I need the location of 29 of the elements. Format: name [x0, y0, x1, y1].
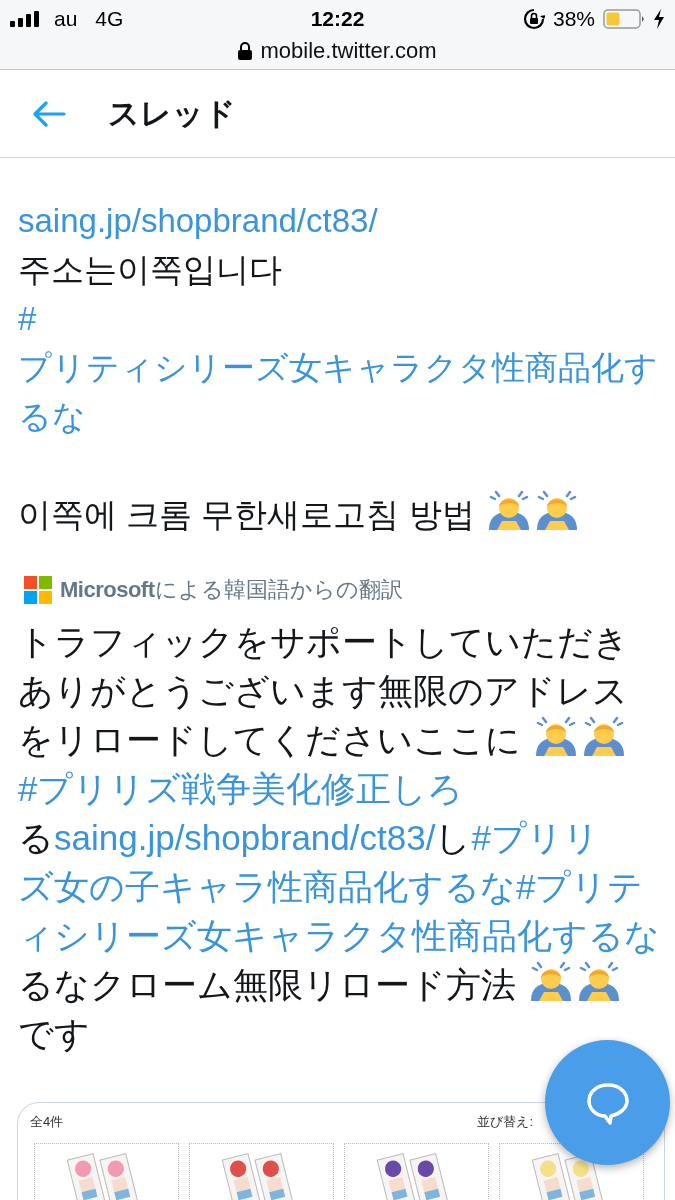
rotation-lock-icon — [522, 8, 545, 30]
page-title: スレッド — [108, 94, 236, 133]
network-type: 4G — [95, 7, 124, 31]
translated-text: トラフィックをサポートしていただき ありがとうございます無限のアドレス をリロードしてくださいここに #プリリズ戦争美化修正しろ るsaing.jp/shopbrand/ct83/し#プリリ ズ女の子キャラ性商品化するな#プリテ ィシリーズ女キャラクタ性商品化するな るなクローム無限リロード方法 です — [18, 621, 661, 1055]
lock-icon — [238, 42, 253, 60]
back-button[interactable] — [32, 100, 66, 127]
tweet-text: saing.jp/shopbrand/ct83/ 주소는이쪽입니다 # プリティシリーズ女キャラクタ性商品化す るな 이쪽에 크롬 무한새로고침 방법 — [18, 201, 659, 535]
microsoft-logo-icon — [24, 576, 52, 604]
battery-percent: 38% — [552, 7, 595, 31]
hashtag-link[interactable]: ズ女の子キャラ性商品化するな — [18, 867, 516, 906]
signal-icon — [10, 11, 42, 27]
url-link[interactable]: saing.jp/shopbrand/ct83/ — [18, 202, 378, 239]
url-link[interactable]: saing.jp/shopbrand/ct83/ — [54, 818, 436, 857]
translation-label: Microsoftによる韓国語からの翻訳 — [60, 576, 403, 604]
battery-icon — [603, 9, 645, 29]
url-text[interactable]: mobile.twitter.com — [260, 38, 437, 64]
hashtag-link[interactable]: プリティシリーズ女キャラクタ性商品化す — [18, 349, 658, 386]
hashtag-link[interactable]: るな — [18, 398, 86, 435]
hashtag-link[interactable]: #プリテ — [516, 867, 644, 906]
hashtag-link[interactable]: ィシリーズ女キャラクタ性商品化するな — [18, 916, 660, 955]
sort-label: 並び替え: — [477, 1113, 533, 1131]
hashtag-link[interactable]: #プリリ — [471, 818, 599, 857]
hashtag-link[interactable]: # — [18, 300, 37, 337]
hashtag-link[interactable]: #プリリズ戦争美化修正しろ — [18, 769, 464, 808]
reply-button[interactable] — [545, 1040, 670, 1165]
clock-time: 12:22 — [310, 7, 365, 31]
result-count: 全4件 — [30, 1113, 64, 1131]
charging-bolt-icon — [653, 9, 665, 29]
carrier-name: au — [54, 7, 78, 31]
